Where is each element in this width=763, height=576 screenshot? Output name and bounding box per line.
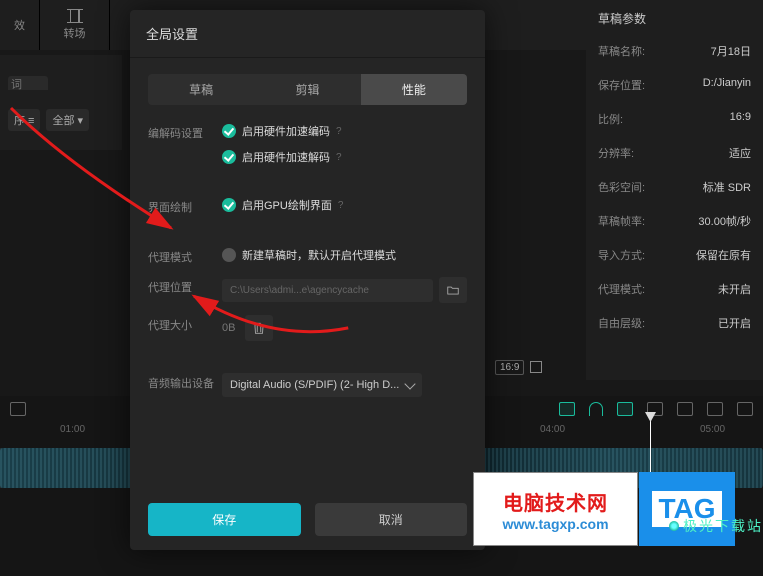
proxy-path-input[interactable]: C:\Users\admi...e\agencycache	[222, 279, 433, 302]
value: 已开启	[718, 315, 751, 331]
label: 分辨率:	[598, 145, 634, 161]
transition-label: 转场	[64, 25, 86, 41]
dialog-buttons: 保存 取消	[148, 503, 467, 536]
value: 30.00帧/秒	[698, 213, 751, 229]
help-icon[interactable]: ?	[338, 200, 344, 211]
preview-controls: 16:9	[495, 356, 575, 378]
clear-proxy-button[interactable]	[245, 315, 273, 341]
mic-icon[interactable]	[10, 402, 26, 416]
audio-section: 音频输出设备 Digital Audio (S/PDIF) (2- High D…	[130, 355, 485, 411]
label: 比例:	[598, 111, 623, 127]
watermark-text: 电脑技术网	[503, 487, 608, 516]
watermark-site: 电脑技术网 www.tagxp.com	[473, 472, 638, 546]
cancel-button[interactable]: 取消	[315, 503, 468, 536]
tool-a-icon[interactable]	[559, 402, 575, 416]
codec-section: 编解码设置 启用硬件加速编码 ? 启用硬件加速解码 ?	[130, 105, 485, 179]
tick: 01:00	[60, 424, 85, 435]
label: 色彩空间:	[598, 179, 645, 195]
watermark-url: www.tagxp.com	[502, 516, 608, 532]
browse-folder-button[interactable]	[439, 277, 467, 303]
all-filter-button[interactable]: 全部 ▾	[46, 109, 89, 131]
label: 草稿帧率:	[598, 213, 645, 229]
magnet-icon[interactable]	[589, 402, 603, 416]
label: 自由层级:	[598, 315, 645, 331]
panel-title: 草稿参数	[598, 10, 751, 27]
trash-icon	[252, 321, 266, 335]
save-button[interactable]: 保存	[148, 503, 301, 536]
tab-performance[interactable]: 性能	[361, 74, 467, 105]
fx-label: 效	[14, 17, 25, 33]
brand-text: 极光下载站	[683, 516, 763, 536]
help-icon[interactable]: ?	[336, 126, 342, 137]
check-icon	[222, 124, 236, 138]
brand-dot-icon	[669, 521, 679, 531]
tab-draft[interactable]: 草稿	[148, 74, 254, 105]
value: 16:9	[730, 111, 751, 127]
render-section: 界面绘制 启用GPU绘制界面 ?	[130, 179, 485, 229]
checkbox-label: 启用GPU绘制界面	[242, 197, 332, 213]
fullscreen-icon[interactable]	[530, 361, 542, 373]
dropdown-value: Digital Audio (S/PDIF) (2- High D...	[230, 379, 399, 391]
check-icon	[222, 198, 236, 212]
transition-icon	[67, 9, 83, 23]
tool-d-icon[interactable]	[737, 402, 753, 416]
label: 代理模式:	[598, 281, 645, 297]
tool-c-icon[interactable]	[707, 402, 723, 416]
watermark-brand: 极光下载站	[669, 516, 763, 536]
value: 标准 SDR	[703, 179, 751, 195]
chevron-down-icon	[404, 378, 415, 389]
tick: 05:00	[700, 424, 725, 435]
checkbox-label: 新建草稿时，默认开启代理模式	[242, 247, 396, 263]
check-icon	[222, 150, 236, 164]
codec-label: 编解码设置	[148, 123, 222, 141]
hw-decode-checkbox[interactable]: 启用硬件加速解码 ?	[222, 149, 467, 165]
value[interactable]: 适应	[729, 145, 751, 161]
value: 保留在原有	[696, 247, 751, 263]
checkbox-label: 启用硬件加速解码	[242, 149, 330, 165]
value: 未开启	[718, 281, 751, 297]
check-icon	[222, 248, 236, 262]
draft-params-panel: 草稿参数 草稿名称:7月18日 保存位置:D:/Jianyin 比例:16:9 …	[586, 0, 763, 380]
label: 导入方式:	[598, 247, 645, 263]
settings-tabs: 草稿 剪辑 性能	[148, 74, 467, 105]
proxy-path-label: 代理位置	[148, 277, 222, 295]
render-label: 界面绘制	[148, 197, 222, 215]
audio-device-dropdown[interactable]: Digital Audio (S/PDIF) (2- High D...	[222, 373, 422, 397]
dialog-title: 全局设置	[130, 10, 485, 58]
fx-tab[interactable]: 效	[0, 0, 40, 50]
left-filters: 序 ≡ 全部 ▾	[0, 90, 122, 150]
align-right-icon[interactable]	[677, 402, 693, 416]
tool-b-icon[interactable]	[617, 402, 633, 416]
proxy-section: 代理模式 新建草稿时，默认开启代理模式 代理位置 C:\Users\admi..…	[130, 229, 485, 355]
tab-edit[interactable]: 剪辑	[254, 74, 360, 105]
gpu-render-checkbox[interactable]: 启用GPU绘制界面 ?	[222, 197, 467, 213]
proxy-mode-label: 代理模式	[148, 247, 222, 265]
audio-out-label: 音频输出设备	[148, 373, 222, 391]
tick: 04:00	[540, 424, 565, 435]
value[interactable]: D:/Jianyin	[703, 77, 751, 93]
value: 7月18日	[711, 43, 751, 59]
global-settings-dialog: 全局设置 草稿 剪辑 性能 编解码设置 启用硬件加速编码 ? 启用硬件加速解码 …	[130, 10, 485, 550]
help-icon[interactable]: ?	[336, 152, 342, 163]
hw-encode-checkbox[interactable]: 启用硬件加速编码 ?	[222, 123, 467, 139]
folder-icon	[446, 283, 460, 297]
transition-tab[interactable]: 转场	[40, 0, 110, 50]
label: 草稿名称:	[598, 43, 645, 59]
proxy-mode-checkbox[interactable]: 新建草稿时，默认开启代理模式	[222, 247, 467, 263]
ratio-badge[interactable]: 16:9	[495, 360, 524, 375]
proxy-size-value: 0B	[222, 322, 235, 334]
sort-button[interactable]: 序 ≡	[8, 109, 40, 131]
label: 保存位置:	[598, 77, 645, 93]
checkbox-label: 启用硬件加速编码	[242, 123, 330, 139]
proxy-size-label: 代理大小	[148, 315, 222, 333]
